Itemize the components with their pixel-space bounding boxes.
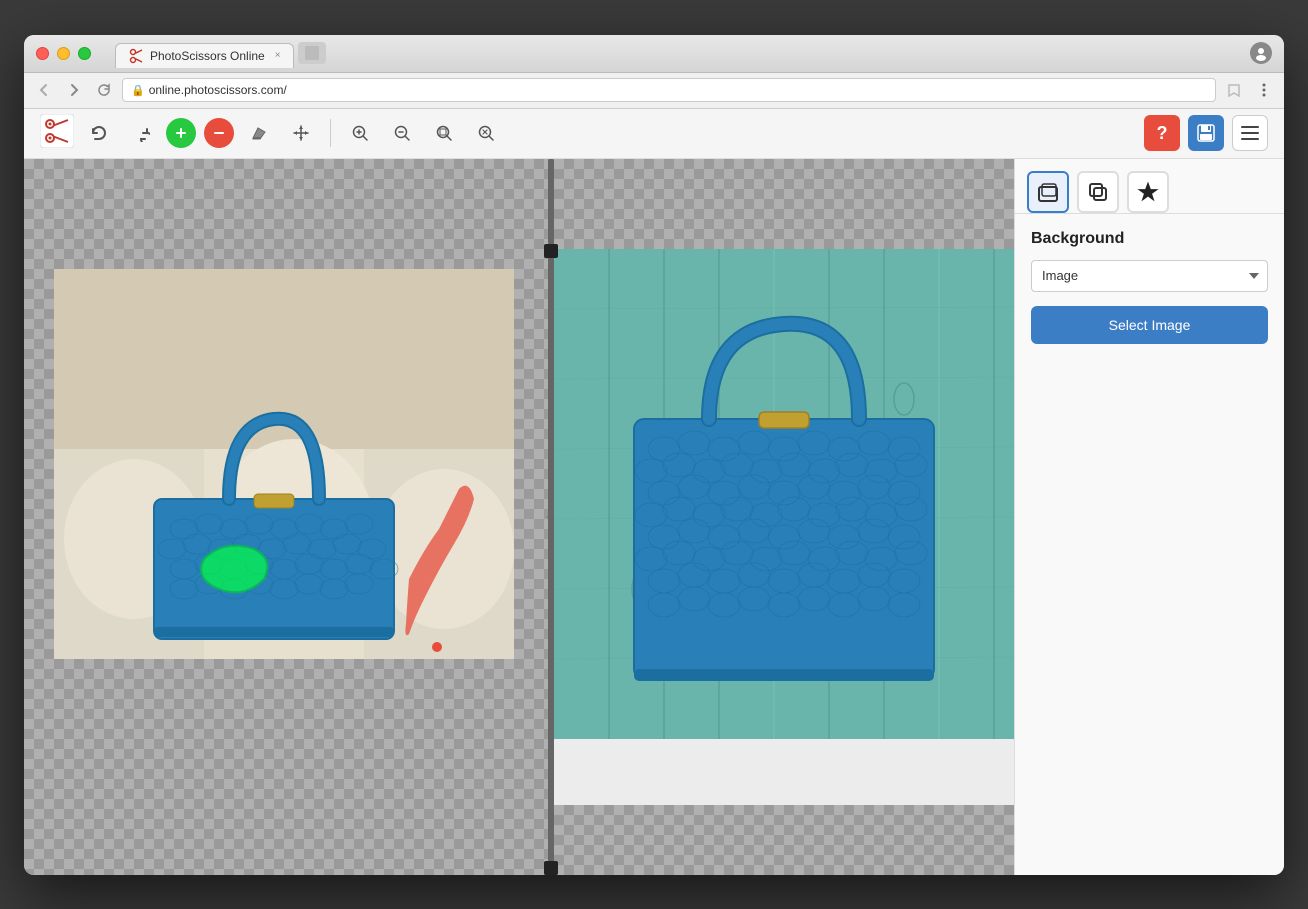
- undo-icon: [90, 124, 108, 142]
- bookmark-icon: [1227, 83, 1241, 97]
- add-brush-button[interactable]: [166, 118, 196, 148]
- star-icon: [1137, 181, 1159, 203]
- tab-close-button[interactable]: ×: [275, 50, 281, 61]
- remove-brush-icon: [211, 125, 227, 141]
- save-icon: [1196, 123, 1216, 143]
- close-button[interactable]: [36, 47, 49, 60]
- source-image: [54, 269, 514, 659]
- app-logo: [40, 114, 74, 153]
- main-toolbar: ?: [24, 109, 1284, 159]
- save-button[interactable]: [1188, 115, 1224, 151]
- divider-bottom-handle[interactable]: [544, 861, 558, 875]
- tab-label: PhotoScissors Online: [150, 49, 265, 63]
- move-icon: [292, 124, 310, 142]
- browser-menu-button[interactable]: [1252, 78, 1276, 102]
- help-button[interactable]: ?: [1144, 115, 1180, 151]
- eraser-icon: [250, 124, 268, 142]
- undo-button[interactable]: [82, 116, 116, 150]
- lock-icon: 🔒: [131, 84, 145, 97]
- new-tab-button[interactable]: [298, 42, 326, 64]
- add-brush-icon: [173, 125, 189, 141]
- traffic-lights: [36, 47, 91, 60]
- zoom-fit-button[interactable]: [427, 116, 461, 150]
- hamburger-menu-button[interactable]: [1232, 115, 1268, 151]
- help-label: ?: [1157, 123, 1168, 144]
- zoom-out-icon: [393, 124, 411, 142]
- redo-icon: [132, 124, 150, 142]
- person-icon: [1253, 45, 1269, 61]
- sidebar-tab-bar: [1015, 159, 1284, 214]
- back-icon: [37, 83, 51, 97]
- url-text: online.photoscissors.com/: [149, 83, 287, 97]
- titlebar: PhotoScissors Online ×: [24, 35, 1284, 73]
- minimize-button[interactable]: [57, 47, 70, 60]
- zoom-out-button[interactable]: [385, 116, 419, 150]
- left-editor-panel: [24, 159, 548, 875]
- select-image-button[interactable]: Select Image: [1031, 306, 1268, 344]
- sidebar-tab-copy[interactable]: [1077, 171, 1119, 213]
- forward-icon: [67, 83, 81, 97]
- zoom-in-icon: [351, 124, 369, 142]
- layers-icon: [1037, 181, 1059, 203]
- refresh-icon: [97, 83, 111, 97]
- tab-favicon: [128, 48, 144, 64]
- addressbar: 🔒 online.photoscissors.com/: [24, 73, 1284, 109]
- divider-top-handle[interactable]: [544, 244, 558, 258]
- account-icon[interactable]: [1250, 42, 1272, 64]
- right-preview-panel: [554, 159, 1014, 875]
- content-area: Background None Color Image Blur Select …: [24, 159, 1284, 875]
- preview-image-area: [554, 249, 1014, 739]
- browser-window: PhotoScissors Online ×: [24, 35, 1284, 875]
- more-icon: [1262, 82, 1266, 98]
- refresh-button[interactable]: [92, 78, 116, 102]
- eraser-button[interactable]: [242, 116, 276, 150]
- preview-bottom-checkerboard: [554, 805, 1014, 875]
- move-button[interactable]: [284, 116, 318, 150]
- source-image-container[interactable]: [54, 269, 514, 659]
- copy-icon: [1087, 181, 1109, 203]
- remove-brush-button[interactable]: [204, 118, 234, 148]
- toolbar-divider: [330, 119, 331, 147]
- sidebar-tab-background[interactable]: [1027, 171, 1069, 213]
- sidebar-panel: Background None Color Image Blur Select …: [1014, 159, 1284, 875]
- back-button[interactable]: [32, 78, 56, 102]
- hamburger-icon: [1241, 126, 1259, 140]
- sidebar-section-title: Background: [1031, 230, 1268, 248]
- bookmark-button[interactable]: [1222, 78, 1246, 102]
- select-image-label: Select Image: [1109, 317, 1191, 333]
- redo-button[interactable]: [124, 116, 158, 150]
- sidebar-tab-star[interactable]: [1127, 171, 1169, 213]
- forward-button[interactable]: [62, 78, 86, 102]
- zoom-reset-icon: [477, 124, 495, 142]
- tab-bar: PhotoScissors Online ×: [115, 39, 1242, 68]
- preview-image: [554, 249, 1014, 739]
- new-tab-icon: [304, 45, 320, 61]
- account-area: [1250, 42, 1272, 64]
- zoom-reset-button[interactable]: [469, 116, 503, 150]
- sidebar-content: Background None Color Image Blur Select …: [1015, 214, 1284, 875]
- browser-tab[interactable]: PhotoScissors Online ×: [115, 43, 294, 68]
- background-type-select[interactable]: None Color Image Blur: [1031, 260, 1268, 292]
- scissors-logo-icon: [40, 114, 74, 148]
- maximize-button[interactable]: [78, 47, 91, 60]
- zoom-fit-icon: [435, 124, 453, 142]
- url-bar[interactable]: 🔒 online.photoscissors.com/: [122, 78, 1216, 102]
- preview-top-checkerboard: [554, 159, 1014, 249]
- zoom-in-button[interactable]: [343, 116, 377, 150]
